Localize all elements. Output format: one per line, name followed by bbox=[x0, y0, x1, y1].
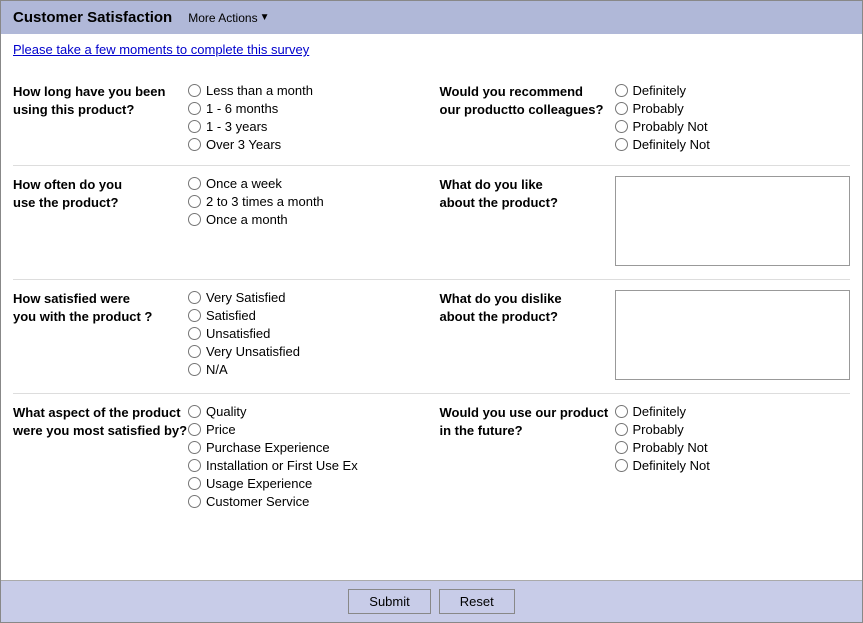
question-1-options: Less than a month 1 - 6 months 1 - 3 yea… bbox=[188, 83, 424, 155]
dropdown-arrow-icon: ▼ bbox=[260, 12, 270, 23]
list-item: Satisfied bbox=[188, 308, 424, 323]
page-title: Customer Satisfaction bbox=[13, 9, 172, 26]
list-item: N/A bbox=[188, 362, 424, 377]
radio-q5-opt5[interactable] bbox=[188, 363, 201, 376]
question-2-options: Definitely Probably Probably Not Definit… bbox=[615, 83, 851, 155]
list-item: Quality bbox=[188, 404, 424, 419]
radio-q7-opt2[interactable] bbox=[188, 423, 201, 436]
more-actions-button[interactable]: More Actions ▼ bbox=[188, 11, 269, 25]
question-7-options: Quality Price Purchase Experience Instal… bbox=[188, 404, 424, 512]
radio-q1-opt1[interactable] bbox=[188, 84, 201, 97]
radio-q7-opt5[interactable] bbox=[188, 477, 201, 490]
list-item: 2 to 3 times a month bbox=[188, 194, 424, 209]
list-item: Unsatisfied bbox=[188, 326, 424, 341]
question-3-label: How often do youuse the product? bbox=[13, 176, 188, 269]
list-item: Installation or First Use Ex bbox=[188, 458, 424, 473]
reset-button[interactable]: Reset bbox=[439, 589, 515, 614]
question-4-textarea-wrapper bbox=[615, 176, 851, 269]
radio-q8-opt2[interactable] bbox=[615, 423, 628, 436]
list-item: Once a month bbox=[188, 212, 424, 227]
list-item: Probably bbox=[615, 422, 851, 437]
list-item: 1 - 6 months bbox=[188, 101, 424, 116]
question-5-options: Very Satisfied Satisfied Unsatisfied Ver… bbox=[188, 290, 424, 383]
radio-q1-opt2[interactable] bbox=[188, 102, 201, 115]
question-8-options: Definitely Probably Probably Not Definit… bbox=[615, 404, 851, 512]
list-item: Definitely Not bbox=[615, 137, 851, 152]
submit-button[interactable]: Submit bbox=[348, 589, 430, 614]
question-5-label: How satisfied wereyou with the product ? bbox=[13, 290, 188, 383]
radio-q2-opt4[interactable] bbox=[615, 138, 628, 151]
radio-q8-opt1[interactable] bbox=[615, 405, 628, 418]
likes-textarea[interactable] bbox=[615, 176, 851, 266]
page-wrapper: Customer Satisfaction More Actions ▼ Ple… bbox=[0, 0, 863, 623]
content-area: Please take a few moments to complete th… bbox=[1, 34, 862, 580]
section-3-left: How satisfied wereyou with the product ?… bbox=[13, 290, 424, 383]
list-item: Probably Not bbox=[615, 440, 851, 455]
list-item: Purchase Experience bbox=[188, 440, 424, 455]
radio-q7-opt3[interactable] bbox=[188, 441, 201, 454]
list-item: 1 - 3 years bbox=[188, 119, 424, 134]
section-4-right: Would you use our productin the future? … bbox=[424, 404, 851, 512]
radio-q3-opt3[interactable] bbox=[188, 213, 201, 226]
question-6-textarea-wrapper bbox=[615, 290, 851, 383]
list-item: Customer Service bbox=[188, 494, 424, 509]
list-item: Probably bbox=[615, 101, 851, 116]
section-2-right: What do you likeabout the product? bbox=[424, 176, 851, 269]
radio-q7-opt6[interactable] bbox=[188, 495, 201, 508]
list-item: Less than a month bbox=[188, 83, 424, 98]
section-1: How long have you beenusing this product… bbox=[13, 73, 850, 166]
radio-q1-opt3[interactable] bbox=[188, 120, 201, 133]
radio-q8-opt3[interactable] bbox=[615, 441, 628, 454]
question-1-label: How long have you beenusing this product… bbox=[13, 83, 188, 155]
radio-q2-opt2[interactable] bbox=[615, 102, 628, 115]
survey-intro[interactable]: Please take a few moments to complete th… bbox=[13, 42, 850, 57]
list-item: Once a week bbox=[188, 176, 424, 191]
section-2: How often do youuse the product? Once a … bbox=[13, 166, 850, 280]
footer: Submit Reset bbox=[1, 580, 862, 622]
section-4-left: What aspect of the productwere you most … bbox=[13, 404, 424, 512]
question-8-label: Would you use our productin the future? bbox=[440, 404, 615, 512]
radio-q3-opt2[interactable] bbox=[188, 195, 201, 208]
question-2-label: Would you recommendour productto colleag… bbox=[440, 83, 615, 155]
section-4: What aspect of the productwere you most … bbox=[13, 394, 850, 522]
header: Customer Satisfaction More Actions ▼ bbox=[1, 1, 862, 34]
list-item: Definitely Not bbox=[615, 458, 851, 473]
radio-q5-opt2[interactable] bbox=[188, 309, 201, 322]
section-1-left: How long have you beenusing this product… bbox=[13, 83, 424, 155]
radio-q1-opt4[interactable] bbox=[188, 138, 201, 151]
section-3-right: What do you dislikeabout the product? bbox=[424, 290, 851, 383]
radio-q5-opt3[interactable] bbox=[188, 327, 201, 340]
radio-q8-opt4[interactable] bbox=[615, 459, 628, 472]
list-item: Over 3 Years bbox=[188, 137, 424, 152]
list-item: Very Unsatisfied bbox=[188, 344, 424, 359]
question-6-label: What do you dislikeabout the product? bbox=[440, 290, 615, 383]
list-item: Definitely bbox=[615, 83, 851, 98]
list-item: Probably Not bbox=[615, 119, 851, 134]
list-item: Very Satisfied bbox=[188, 290, 424, 305]
radio-q5-opt1[interactable] bbox=[188, 291, 201, 304]
list-item: Price bbox=[188, 422, 424, 437]
radio-q7-opt4[interactable] bbox=[188, 459, 201, 472]
section-2-left: How often do youuse the product? Once a … bbox=[13, 176, 424, 269]
section-1-right: Would you recommendour productto colleag… bbox=[424, 83, 851, 155]
radio-q7-opt1[interactable] bbox=[188, 405, 201, 418]
radio-q2-opt1[interactable] bbox=[615, 84, 628, 97]
question-3-options: Once a week 2 to 3 times a month Once a … bbox=[188, 176, 424, 269]
section-3: How satisfied wereyou with the product ?… bbox=[13, 280, 850, 394]
question-7-label: What aspect of the productwere you most … bbox=[13, 404, 188, 512]
list-item: Usage Experience bbox=[188, 476, 424, 491]
radio-q3-opt1[interactable] bbox=[188, 177, 201, 190]
question-4-label: What do you likeabout the product? bbox=[440, 176, 615, 269]
list-item: Definitely bbox=[615, 404, 851, 419]
dislikes-textarea[interactable] bbox=[615, 290, 851, 380]
radio-q5-opt4[interactable] bbox=[188, 345, 201, 358]
radio-q2-opt3[interactable] bbox=[615, 120, 628, 133]
